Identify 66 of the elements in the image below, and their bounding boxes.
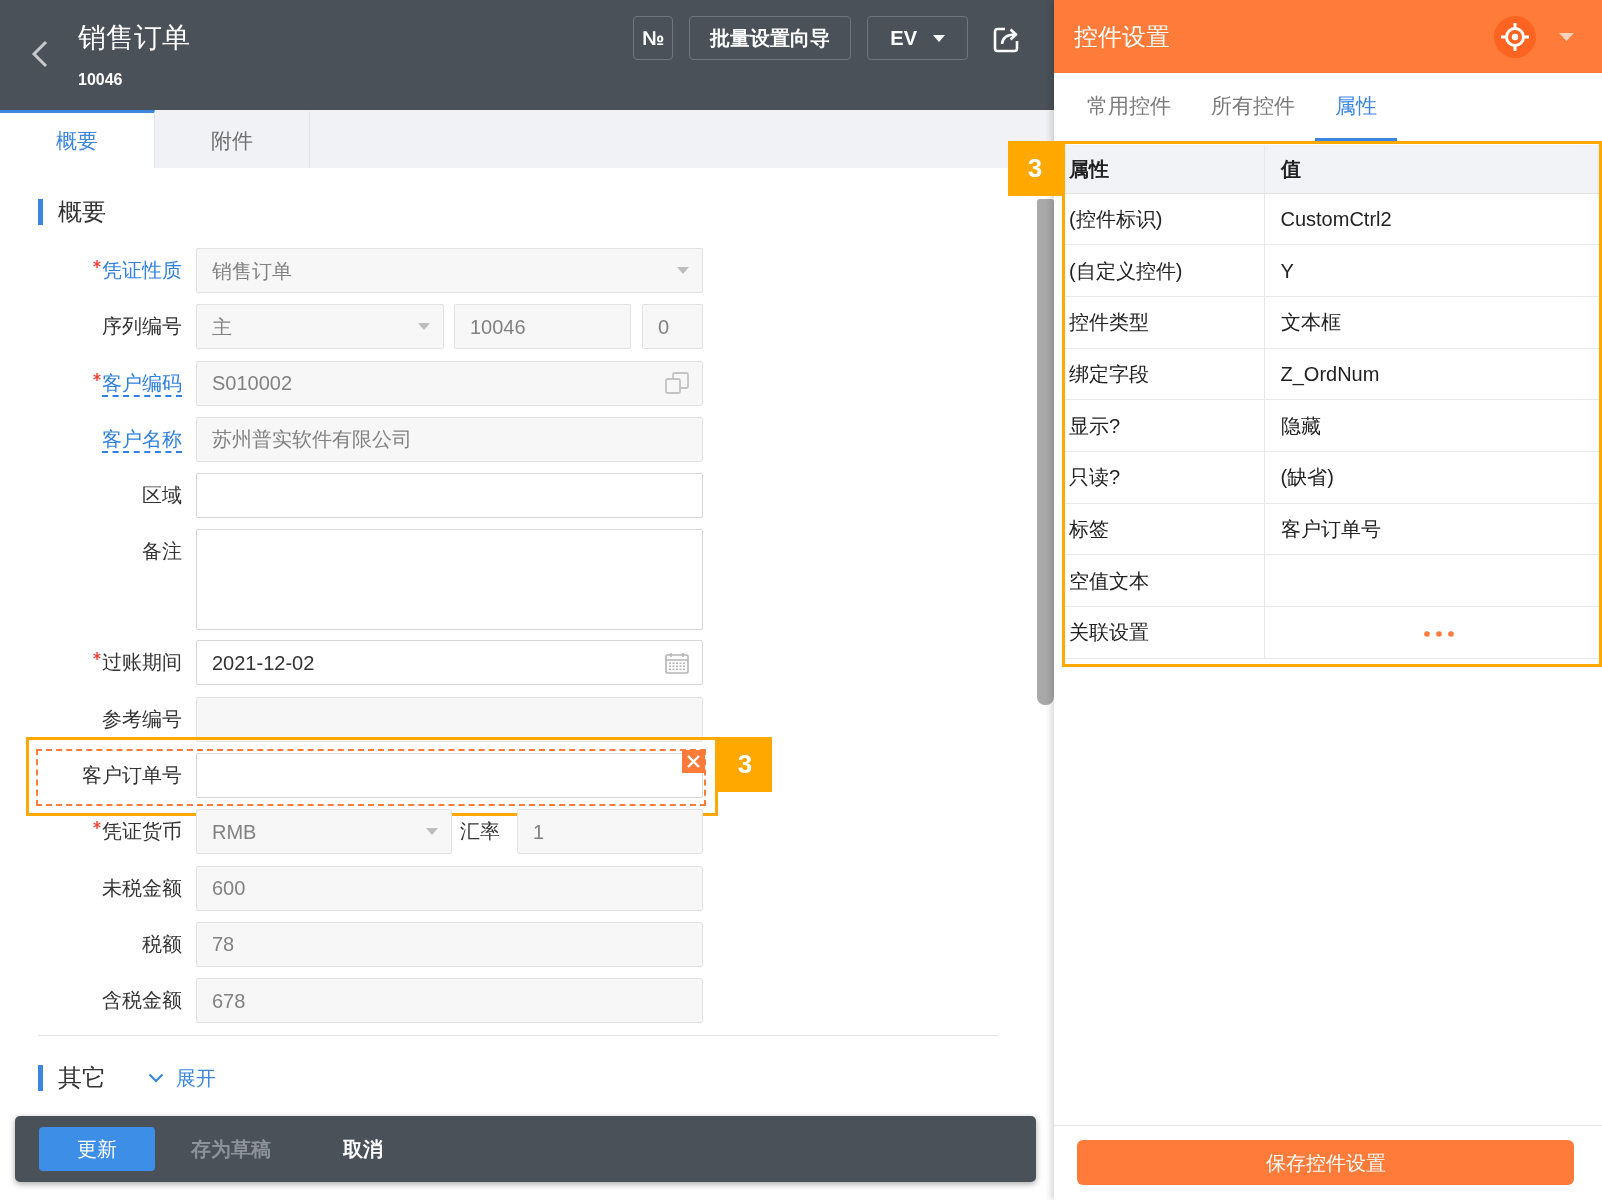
property-name: (控件标识) bbox=[1065, 193, 1264, 245]
chevron-down-icon bbox=[148, 1072, 164, 1083]
callout-number: 3 bbox=[718, 737, 772, 793]
field-label: 汇率 bbox=[459, 819, 501, 845]
property-name: 空值文本 bbox=[1065, 554, 1264, 607]
caret-icon bbox=[677, 267, 689, 274]
tab[interactable]: 所有控件 bbox=[1191, 73, 1315, 141]
header-button[interactable]: 批量设置向导 bbox=[689, 16, 852, 60]
caret-icon[interactable] bbox=[1559, 32, 1574, 41]
field-label: 序列编号 bbox=[102, 314, 182, 340]
column-header: 值 bbox=[1264, 145, 1599, 193]
property-name: 只读? bbox=[1065, 451, 1264, 504]
date-field[interactable]: 2021-12-02 bbox=[196, 640, 703, 686]
action-button[interactable]: 取消 bbox=[307, 1127, 419, 1171]
field-label: 凭证货币 bbox=[102, 819, 182, 845]
header-button[interactable]: № bbox=[633, 16, 674, 60]
field-label: 客户订单号 bbox=[82, 763, 182, 789]
property-value[interactable]: (缺省) bbox=[1264, 451, 1599, 504]
scrollbar-thumb[interactable] bbox=[1037, 199, 1054, 705]
callout-number: 3 bbox=[1008, 141, 1062, 196]
expand-link[interactable]: 展开 bbox=[148, 1064, 216, 1091]
property-name: 关联设置 bbox=[1065, 606, 1264, 659]
caret-icon bbox=[426, 828, 438, 836]
panel-title: 控件设置 bbox=[1074, 21, 1171, 52]
property-value[interactable]: Z_OrdNum bbox=[1264, 348, 1599, 400]
field-label: 参考编号 bbox=[102, 706, 182, 732]
property-name: 标签 bbox=[1065, 503, 1264, 555]
share-icon[interactable] bbox=[992, 26, 1020, 54]
close-icon[interactable] bbox=[682, 750, 705, 774]
field-label: 备注 bbox=[142, 539, 182, 565]
target-icon[interactable] bbox=[1494, 15, 1536, 58]
section-title: 概要 bbox=[38, 199, 106, 225]
property-name: 控件类型 bbox=[1065, 296, 1264, 349]
dropdown-button[interactable]: EV bbox=[867, 16, 968, 60]
field-label: 含税金额 bbox=[102, 988, 182, 1014]
field-label: 区域 bbox=[142, 483, 182, 509]
field-label: 税额 bbox=[142, 932, 182, 957]
property-value[interactable]: Y bbox=[1264, 244, 1599, 297]
section-title: 其它 bbox=[38, 1064, 106, 1091]
property-name: (自定义控件) bbox=[1065, 244, 1264, 297]
property-value[interactable]: 文本框 bbox=[1264, 296, 1599, 349]
property-value[interactable]: CustomCtrl2 bbox=[1264, 193, 1599, 245]
calendar-icon[interactable] bbox=[665, 652, 689, 674]
property-name: 显示? bbox=[1065, 399, 1264, 452]
column-header: 属性 bbox=[1065, 145, 1264, 193]
property-value[interactable]: 客户订单号 bbox=[1264, 503, 1599, 555]
tab[interactable]: 附件 bbox=[155, 110, 310, 168]
tab[interactable]: 常用控件 bbox=[1067, 73, 1191, 141]
text-field[interactable] bbox=[196, 473, 703, 519]
save-button[interactable]: 保存控件设置 bbox=[1077, 1140, 1574, 1185]
caret-icon bbox=[418, 323, 430, 331]
action-button[interactable]: 更新 bbox=[39, 1127, 155, 1171]
text-field[interactable] bbox=[196, 753, 703, 799]
back-icon[interactable] bbox=[30, 40, 48, 68]
tab[interactable]: 属性 bbox=[1315, 73, 1397, 141]
field-label: 过账期间 bbox=[102, 650, 182, 676]
document-number: 10046 bbox=[78, 70, 124, 90]
text-area[interactable] bbox=[196, 529, 703, 631]
tab[interactable]: 概要 bbox=[0, 110, 155, 168]
field-label: 凭证性质 bbox=[102, 258, 182, 283]
page-title: 销售订单 bbox=[78, 21, 190, 55]
field-label: 未税金额 bbox=[102, 875, 182, 901]
property-name: 绑定字段 bbox=[1065, 348, 1264, 400]
property-value[interactable]: 隐藏 bbox=[1264, 399, 1599, 452]
more-icon[interactable] bbox=[1424, 631, 1455, 638]
caret-icon bbox=[933, 34, 945, 42]
